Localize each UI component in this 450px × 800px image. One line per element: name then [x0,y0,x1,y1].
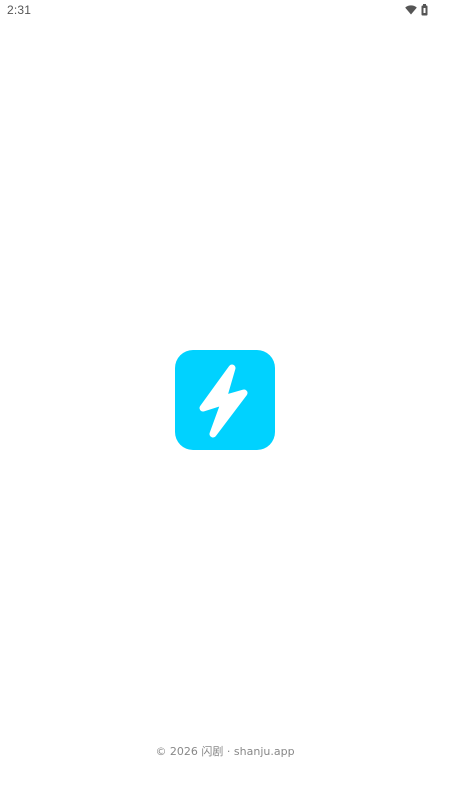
wifi-icon [405,5,417,15]
lightning-bolt-icon [199,364,248,438]
battery-icon [421,4,428,16]
app-logo [175,350,275,450]
status-bar: 2:31 [0,0,450,22]
splash-screen: 2:31 © 2026 闪剧 · shanju.app [0,0,450,800]
status-icons [405,3,428,17]
status-time: 2:31 [7,3,32,17]
footer-copyright: © 2026 闪剧 · shanju.app [155,745,295,758]
